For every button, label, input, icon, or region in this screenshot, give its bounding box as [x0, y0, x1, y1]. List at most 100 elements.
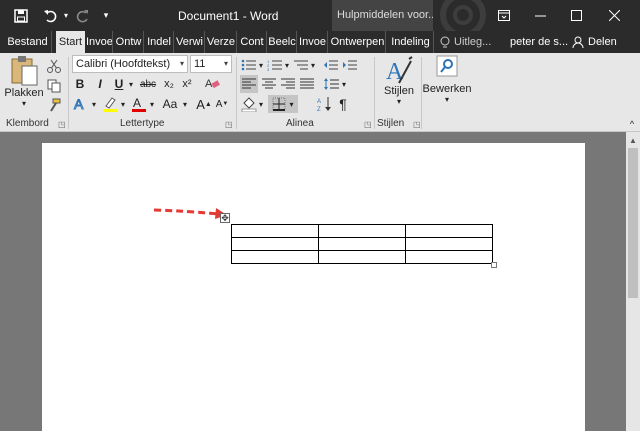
- tab-design[interactable]: Ontw: [114, 31, 144, 53]
- document-page[interactable]: [42, 143, 585, 431]
- paste-button[interactable]: Plakken ▾: [4, 55, 44, 108]
- show-formatting-button[interactable]: ¶: [336, 95, 350, 113]
- redo-icon[interactable]: [72, 0, 94, 31]
- maximize-icon[interactable]: [558, 0, 594, 31]
- change-case-dropdown-icon[interactable]: ▾: [180, 94, 190, 114]
- align-left-icon[interactable]: [240, 75, 258, 93]
- font-name-dropdown[interactable]: Calibri (Hoofdtekst) ▾: [72, 55, 188, 73]
- subscript-button[interactable]: x₂: [160, 75, 178, 93]
- tab-table-design[interactable]: Ontwerpen: [330, 31, 386, 53]
- shrink-font-button[interactable]: A ▼: [214, 94, 230, 114]
- shading-icon[interactable]: [240, 95, 258, 113]
- table-tools-context-tab: Hulpmiddelen voor...: [332, 0, 433, 31]
- paragraph-launcher-icon[interactable]: ◳: [364, 120, 372, 129]
- table-cell[interactable]: [318, 237, 406, 251]
- share-button[interactable]: Delen: [572, 33, 617, 51]
- grow-font-button[interactable]: A ▲: [196, 94, 212, 114]
- table-cell[interactable]: [405, 237, 493, 251]
- user-name[interactable]: peter de s...: [510, 36, 568, 48]
- borders-button[interactable]: ▾: [268, 95, 298, 113]
- highlight-color-icon[interactable]: [101, 94, 119, 114]
- numbering-dropdown-icon[interactable]: ▾: [283, 56, 291, 74]
- scissors-icon[interactable]: [45, 57, 63, 75]
- underline-dropdown-icon[interactable]: ▾: [126, 75, 136, 93]
- copy-icon[interactable]: [45, 77, 63, 95]
- svg-text:A: A: [133, 96, 141, 110]
- tab-references[interactable]: Verwi: [175, 31, 205, 53]
- underline-button[interactable]: U: [111, 75, 127, 93]
- clipboard-launcher-icon[interactable]: ◳: [58, 120, 66, 129]
- decrease-indent-icon[interactable]: [322, 56, 340, 74]
- table-cell[interactable]: [318, 250, 406, 264]
- multilevel-dropdown-icon[interactable]: ▾: [309, 56, 317, 74]
- highlight-dropdown-icon[interactable]: ▾: [118, 94, 128, 114]
- tab-file[interactable]: Bestand: [4, 31, 52, 53]
- editing-button[interactable]: Bewerken ▾: [423, 55, 471, 104]
- tab-insert[interactable]: Invoe: [86, 31, 113, 53]
- save-icon[interactable]: [10, 0, 32, 31]
- superscript-button[interactable]: x²: [178, 75, 196, 93]
- undo-dropdown-icon[interactable]: ▾: [60, 0, 72, 31]
- tell-me-box[interactable]: Uitleg...: [440, 31, 491, 53]
- bullets-icon[interactable]: [240, 56, 258, 74]
- group-divider: [374, 57, 375, 129]
- magnifier-icon: [436, 55, 458, 77]
- clear-formatting-icon[interactable]: A: [203, 74, 221, 92]
- table-cell[interactable]: [231, 237, 319, 251]
- table-cell[interactable]: [231, 224, 319, 238]
- tab-layout[interactable]: Indel: [145, 31, 174, 53]
- ribbon-display-options-icon[interactable]: [486, 0, 522, 31]
- change-case-button[interactable]: Aa: [159, 94, 181, 114]
- line-spacing-dropdown-icon[interactable]: ▾: [340, 75, 348, 93]
- paste-label: Plakken: [4, 87, 44, 99]
- document-table[interactable]: [231, 224, 493, 264]
- table-cell[interactable]: [231, 250, 319, 264]
- table-resize-handle[interactable]: [491, 262, 497, 268]
- table-cell[interactable]: [405, 250, 493, 264]
- font-size-dropdown[interactable]: 11 ▾: [190, 55, 232, 73]
- justify-icon[interactable]: [298, 75, 316, 93]
- clipboard-group-label: Klembord: [6, 118, 49, 129]
- font-launcher-icon[interactable]: ◳: [225, 120, 233, 129]
- font-color-dropdown-icon[interactable]: ▾: [147, 94, 157, 114]
- sort-icon[interactable]: AZ: [316, 95, 334, 113]
- text-effects-dropdown-icon[interactable]: ▾: [89, 94, 99, 114]
- customize-quick-access-icon[interactable]: ▾: [98, 0, 114, 31]
- multilevel-list-icon[interactable]: [292, 56, 310, 74]
- styles-launcher-icon[interactable]: ◳: [413, 120, 421, 129]
- styles-button[interactable]: A Stijlen ▾: [378, 55, 420, 106]
- italic-button[interactable]: I: [92, 75, 108, 93]
- line-spacing-icon[interactable]: [322, 75, 340, 93]
- font-color-icon[interactable]: A: [130, 94, 148, 114]
- vertical-scrollbar[interactable]: ▲: [626, 132, 640, 431]
- increase-indent-icon[interactable]: [341, 56, 359, 74]
- minimize-icon[interactable]: [522, 0, 558, 31]
- scroll-thumb[interactable]: [628, 148, 638, 298]
- tab-home[interactable]: Start: [56, 31, 85, 53]
- format-painter-icon[interactable]: [45, 96, 63, 114]
- table-cell[interactable]: [318, 224, 406, 238]
- strikethrough-button[interactable]: abc: [138, 75, 158, 93]
- styles-label: Stijlen: [384, 85, 414, 97]
- align-center-icon[interactable]: [260, 75, 278, 93]
- font-size-value: 11: [194, 58, 206, 70]
- collapse-ribbon-icon[interactable]: ^: [626, 119, 638, 129]
- tab-mailings[interactable]: Verze: [206, 31, 237, 53]
- scroll-up-icon[interactable]: ▲: [629, 136, 637, 145]
- align-right-icon[interactable]: [279, 75, 297, 93]
- bold-button[interactable]: B: [72, 75, 88, 93]
- tab-addins[interactable]: Invoe: [298, 31, 328, 53]
- close-icon[interactable]: [596, 0, 632, 31]
- bullets-dropdown-icon[interactable]: ▾: [257, 56, 265, 74]
- tab-table-layout[interactable]: Indeling: [388, 31, 434, 53]
- shading-dropdown-icon[interactable]: ▾: [257, 95, 265, 113]
- table-row: [231, 250, 493, 264]
- numbering-icon[interactable]: 123: [266, 56, 284, 74]
- borders-icon: [272, 97, 286, 111]
- text-effects-icon[interactable]: A: [72, 94, 90, 114]
- tab-view[interactable]: Beelc: [268, 31, 297, 53]
- undo-icon[interactable]: [40, 0, 62, 31]
- table-move-handle-icon[interactable]: ✥: [220, 213, 230, 223]
- table-cell[interactable]: [405, 224, 493, 238]
- tab-review[interactable]: Cont: [238, 31, 267, 53]
